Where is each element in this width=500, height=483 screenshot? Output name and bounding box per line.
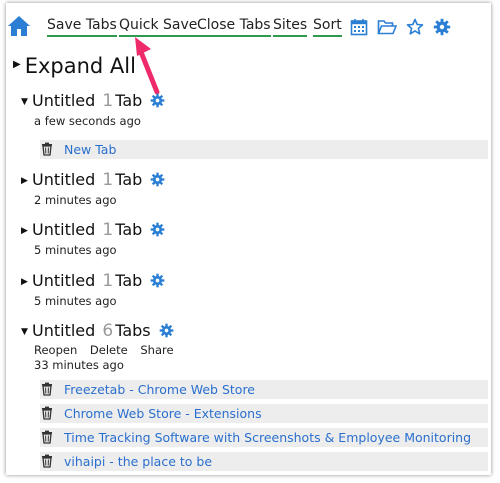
collapse-triangle-icon[interactable]: ▼ — [21, 327, 32, 337]
tab-group: ▼ Untitled 6 Tabs Reopen Delete Share 33 m… — [21, 321, 183, 372]
sort-button[interactable]: Sort — [313, 17, 342, 37]
tab-row: Chrome Web Store - Extensions — [40, 404, 488, 423]
group-header[interactable]: ▶ Untitled 1 Tab — [21, 271, 165, 291]
group-header[interactable]: ▼ Untitled 6 Tabs — [21, 321, 183, 341]
trash-icon[interactable] — [40, 382, 54, 396]
group-header[interactable]: ▶ Untitled 1 Tab — [21, 170, 165, 190]
group-timestamp: 2 minutes ago — [34, 193, 117, 207]
delete-button[interactable]: Delete — [90, 343, 128, 357]
group-header[interactable]: ▶ Untitled 1 Tab — [21, 220, 165, 240]
group-title: Untitled — [32, 170, 96, 189]
group-tab-unit: Tab — [115, 170, 143, 189]
expand-triangle-icon[interactable]: ▶ — [21, 226, 32, 236]
group-tab-count: 1 — [102, 170, 114, 190]
settings-gear-icon[interactable] — [433, 18, 451, 36]
tab-group: ▶ Untitled 1 Tab 5 minutes ago — [21, 220, 165, 257]
group-tab-unit: Tab — [115, 220, 143, 239]
home-icon[interactable] — [7, 15, 31, 37]
group-gear-icon[interactable] — [159, 323, 174, 338]
group-tab-unit: Tabs — [115, 321, 151, 340]
group-title: Untitled — [32, 271, 96, 290]
group-tab-unit: Tab — [115, 271, 143, 290]
group-tab-count: 1 — [102, 271, 114, 291]
tab-link[interactable]: New Tab — [64, 142, 116, 157]
tab-link[interactable]: Freezetab - Chrome Web Store — [64, 382, 255, 397]
trash-icon[interactable] — [40, 406, 54, 420]
group-gear-icon[interactable] — [150, 222, 165, 237]
collapse-triangle-icon[interactable]: ▼ — [21, 97, 32, 107]
group-header[interactable]: ▼ Untitled 1 Tab — [21, 91, 165, 111]
trash-icon[interactable] — [40, 142, 54, 156]
group-tab-count: 1 — [102, 220, 114, 240]
tab-row: New Tab — [40, 140, 488, 159]
save-tabs-button[interactable]: Save Tabs — [47, 17, 117, 37]
expand-all-button[interactable]: ▶ Expand All — [13, 54, 136, 78]
annotation-arrow-icon — [135, 37, 160, 95]
group-tab-count: 6 — [102, 321, 114, 341]
trash-icon[interactable] — [40, 454, 54, 468]
tab-link[interactable]: Chrome Web Store - Extensions — [64, 406, 262, 421]
reopen-button[interactable]: Reopen — [34, 343, 77, 357]
group-actions: Reopen Delete Share — [34, 343, 183, 357]
group-timestamp: 5 minutes ago — [34, 243, 117, 257]
group-gear-icon[interactable] — [150, 93, 165, 108]
group-timestamp: 5 minutes ago — [34, 294, 117, 308]
tab-link[interactable]: vihaipi - the place to be — [64, 454, 212, 469]
tab-row: vihaipi - the place to be — [40, 452, 488, 471]
star-icon[interactable] — [406, 18, 424, 36]
sites-button[interactable]: Sites — [273, 17, 308, 37]
tab-row: Time Tracking Software with Screenshots … — [40, 428, 488, 447]
group-timestamp: 33 minutes ago — [34, 358, 124, 372]
tab-group: ▶ Untitled 1 Tab 2 minutes ago — [21, 170, 165, 207]
group-tab-count: 1 — [102, 91, 114, 111]
expand-all-label: Expand All — [24, 54, 136, 78]
group-title: Untitled — [32, 91, 96, 110]
calendar-icon[interactable] — [350, 18, 368, 36]
group-title: Untitled — [32, 220, 96, 239]
close-tabs-button[interactable]: Close Tabs — [197, 17, 271, 37]
share-button[interactable]: Share — [140, 343, 173, 357]
folder-open-icon[interactable] — [377, 18, 397, 36]
group-gear-icon[interactable] — [150, 172, 165, 187]
group-title: Untitled — [32, 321, 96, 340]
expand-triangle-icon: ▶ — [13, 58, 21, 70]
tab-group: ▶ Untitled 1 Tab 5 minutes ago — [21, 271, 165, 308]
group-tab-unit: Tab — [115, 91, 143, 110]
expand-triangle-icon[interactable]: ▶ — [21, 176, 32, 186]
expand-triangle-icon[interactable]: ▶ — [21, 277, 32, 287]
tab-row: Freezetab - Chrome Web Store — [40, 380, 488, 399]
trash-icon[interactable] — [40, 430, 54, 444]
tab-link[interactable]: Time Tracking Software with Screenshots … — [64, 430, 471, 445]
group-gear-icon[interactable] — [150, 273, 165, 288]
group-timestamp: a few seconds ago — [34, 114, 141, 128]
tab-group: ▼ Untitled 1 Tab a few seconds ago — [21, 91, 165, 128]
